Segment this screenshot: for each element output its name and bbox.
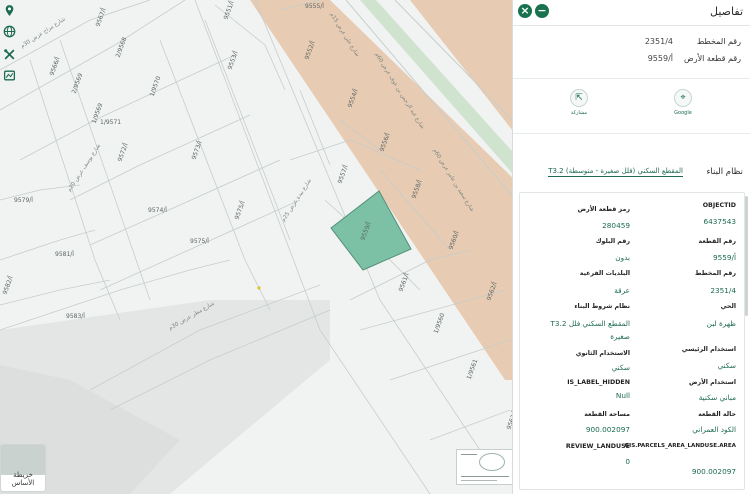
attr-key: البلديات الفرعية <box>579 270 630 277</box>
attr-key: رقم المخطط <box>694 270 736 277</box>
globe-icon[interactable] <box>2 24 17 39</box>
parcel-number-label: رقم قطعة الأرض <box>684 54 741 63</box>
attr-value: 900.002097 <box>585 425 630 434</box>
attr-key: الحي <box>720 303 736 310</box>
attr-value: الكود العمراني <box>692 425 736 434</box>
close-icon[interactable]: × <box>518 4 532 18</box>
basemap-icon[interactable] <box>2 68 17 83</box>
attr-key: حالة القطعة <box>698 411 736 418</box>
attr-key: GIS.PARCELS_AREA_LANDUSE.AREA <box>624 443 736 449</box>
panel-header: × − تفاصيل <box>513 0 750 26</box>
attr-value: Null <box>615 391 630 400</box>
panel-title: تفاصيل <box>710 5 743 18</box>
parcel-number-value: 9559/أ <box>647 54 673 63</box>
plot-label: 9579/أ <box>14 196 33 204</box>
attr-key: OBJECTID <box>702 202 736 209</box>
action-bar: ⌖ Google ⇱ مشاركة <box>513 78 750 134</box>
attr-key: استخدام الأرض <box>688 379 736 386</box>
google-label: Google <box>674 110 692 116</box>
attr-value: ظهرة لبن <box>706 319 736 328</box>
plot-label: 9555/أ <box>305 2 324 10</box>
attr-key: رمز قطعة الأرض <box>577 206 630 213</box>
attr-value: عرقة <box>614 286 630 295</box>
attr-value: 2351/4 <box>710 286 736 295</box>
map-location-icon: ⌖ <box>674 89 692 107</box>
basemap-toggle-button[interactable]: خريطة الأساس <box>0 444 46 492</box>
tools-icon[interactable] <box>2 47 17 62</box>
panel-scrollbar[interactable] <box>745 196 748 316</box>
attr-value: 6437543 <box>703 217 737 226</box>
plot-label: 9583/أ <box>66 312 85 320</box>
attr-value: بدون <box>615 253 630 262</box>
attr-key: نظام شروط البناء <box>574 303 630 310</box>
share-button[interactable]: ⇱ مشاركة <box>559 89 599 116</box>
attr-key: REVIEW_LANDUSE <box>565 443 630 450</box>
attr-key: IS_LABEL_HIDDEN <box>567 379 630 386</box>
plot-label: 9581/أ <box>55 250 74 258</box>
attr-value: 0 <box>625 457 630 466</box>
attr-key: رقم القطعة <box>698 238 736 245</box>
attr-value: 9559/أ <box>712 253 736 262</box>
seal-logo <box>479 453 505 471</box>
plot-label: 1/9571 <box>100 119 121 126</box>
minimize-icon[interactable]: − <box>535 4 549 18</box>
attr-value: سكني <box>611 363 630 372</box>
attributes-table: OBJECTID رمز قطعة الأرض 6437543 280459 ر… <box>519 192 745 490</box>
attr-value: T3.2 المقطع السكني فلل صغيرة <box>550 319 630 341</box>
google-button[interactable]: ⌖ Google <box>663 89 703 116</box>
details-panel: × − تفاصيل رقم المخطط 2351/4 رقم قطعة ال… <box>512 0 750 494</box>
scale-bar <box>456 449 514 485</box>
share-label: مشاركة <box>570 110 588 116</box>
attr-key: استخدام الرئيسي <box>681 346 736 353</box>
plot-label: 9575/أ <box>190 237 209 245</box>
plan-number-value: 2351/4 <box>644 37 673 46</box>
building-system-link[interactable]: T3.2 المقطع السكني (فلل صغيرة - متوسطة) <box>548 167 683 177</box>
attr-value: 280459 <box>602 221 630 230</box>
attr-value: سكني <box>717 361 736 370</box>
building-system: نظام البناء T3.2 المقطع السكني (فلل صغير… <box>513 138 750 186</box>
building-system-label: نظام البناء <box>706 167 743 177</box>
location-pin-icon[interactable] <box>2 3 17 18</box>
app-root: 9559/أ 9551/أ 9553/أ 9552/أ 9554/أ 9556/… <box>0 0 750 494</box>
attr-key: رقم البلوك <box>595 238 630 245</box>
attr-key: مساحة القطعة <box>584 411 630 418</box>
share-icon: ⇱ <box>570 89 588 107</box>
plot-label: 9574/أ <box>148 206 167 214</box>
parcel-summary: رقم المخطط 2351/4 رقم قطعة الأرض 9559/أ <box>513 28 750 74</box>
map-marker[interactable] <box>257 286 261 290</box>
attr-value: 900.002097 <box>691 467 736 476</box>
plan-number-label: رقم المخطط <box>696 37 741 46</box>
attr-key: الاستخدام الثانوي <box>575 350 630 357</box>
attr-value: مباني سكنية <box>698 393 736 402</box>
basemap-label: خريطة الأساس <box>11 471 35 487</box>
